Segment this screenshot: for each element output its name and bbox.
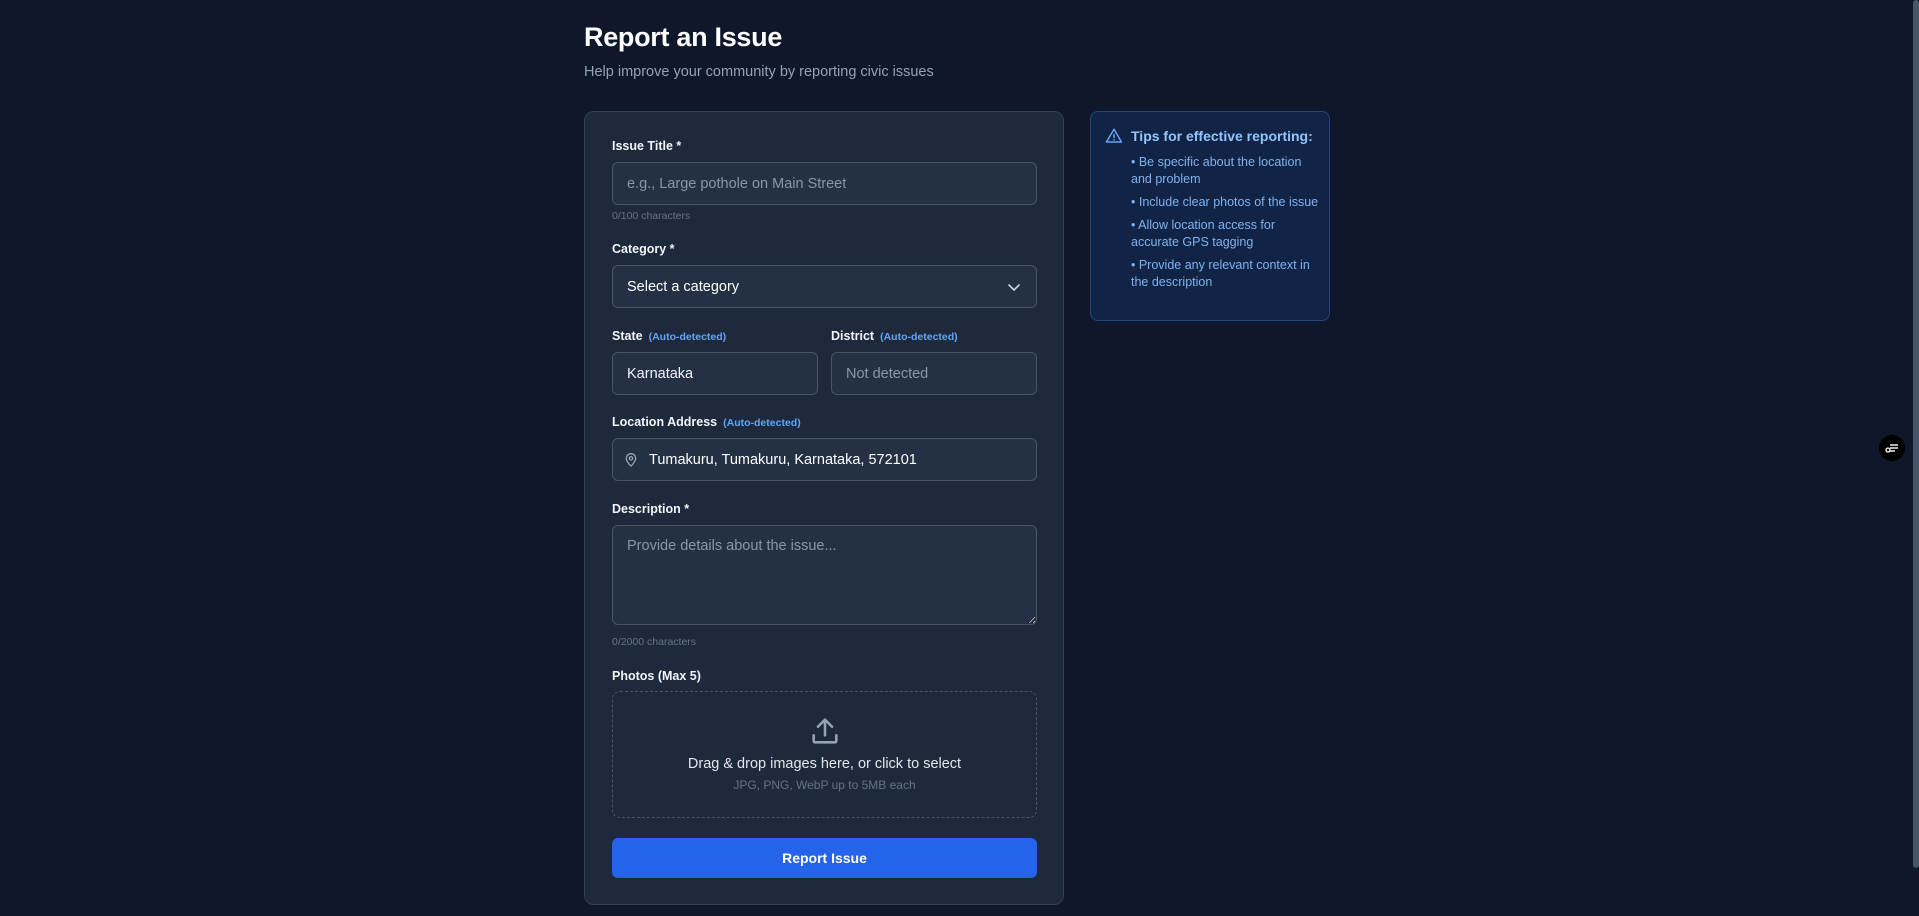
description-textarea[interactable] — [612, 525, 1037, 625]
state-label-text: State — [612, 329, 643, 343]
district-label: District (Auto-detected) — [831, 329, 958, 343]
report-issue-button[interactable]: Report Issue — [612, 838, 1037, 878]
map-pin-icon — [625, 452, 637, 467]
warning-icon — [1105, 128, 1123, 143]
issue-title-input[interactable] — [612, 162, 1037, 205]
district-input[interactable] — [831, 352, 1037, 395]
page-subtitle: Help improve your community by reporting… — [584, 64, 934, 80]
tip-item: • Allow location access for accurate GPS… — [1131, 218, 1276, 249]
description-counter: 0/2000 characters — [612, 636, 697, 648]
photos-label: Photos (Max 5) — [612, 669, 701, 683]
scrollbar-thumb[interactable] — [1913, 0, 1919, 868]
location-label: Location Address (Auto-detected) — [612, 415, 801, 429]
tips-panel: Tips for effective reporting: • Be speci… — [1090, 111, 1330, 321]
issue-title-counter: 0/100 characters — [612, 210, 691, 222]
category-label: Category * — [612, 242, 675, 256]
category-select[interactable]: Select a category — [612, 265, 1037, 308]
chevron-down-icon — [1008, 283, 1020, 291]
report-form: Issue Title * 0/100 characters Category … — [584, 111, 1064, 905]
state-auto-badge: (Auto-detected) — [648, 331, 727, 343]
issue-title-label: Issue Title * — [612, 139, 682, 153]
location-address-field[interactable]: Tumakuru, Tumakuru, Karnataka, 572101 — [612, 438, 1037, 481]
settings-sliders-icon — [1885, 444, 1898, 453]
tip-item: • Provide any relevant context in the de… — [1131, 258, 1310, 289]
upload-icon — [811, 718, 838, 744]
photo-dropzone[interactable]: Drag & drop images here, or click to sel… — [612, 691, 1037, 818]
accessibility-widget-button[interactable] — [1879, 435, 1905, 461]
tips-list: • Be specific about the location and pro… — [1131, 154, 1319, 297]
state-label: State (Auto-detected) — [612, 329, 726, 343]
category-selected-value: Select a category — [627, 278, 740, 295]
page-title: Report an Issue — [584, 22, 783, 52]
description-label: Description * — [612, 502, 690, 516]
dropzone-text: Drag & drop images here, or click to sel… — [687, 756, 962, 772]
tip-item: • Be specific about the location and pro… — [1131, 155, 1302, 186]
dropzone-hint: JPG, PNG, WebP up to 5MB each — [733, 778, 916, 792]
district-auto-badge: (Auto-detected) — [880, 331, 958, 343]
state-input[interactable] — [612, 352, 818, 395]
district-label-text: District — [831, 329, 875, 343]
location-auto-badge: (Auto-detected) — [723, 417, 801, 429]
location-address-value: Tumakuru, Tumakuru, Karnataka, 572101 — [649, 451, 917, 468]
tip-item: • Include clear photos of the issue — [1131, 195, 1319, 209]
tips-title: Tips for effective reporting: — [1131, 128, 1313, 144]
location-label-text: Location Address — [612, 415, 718, 429]
